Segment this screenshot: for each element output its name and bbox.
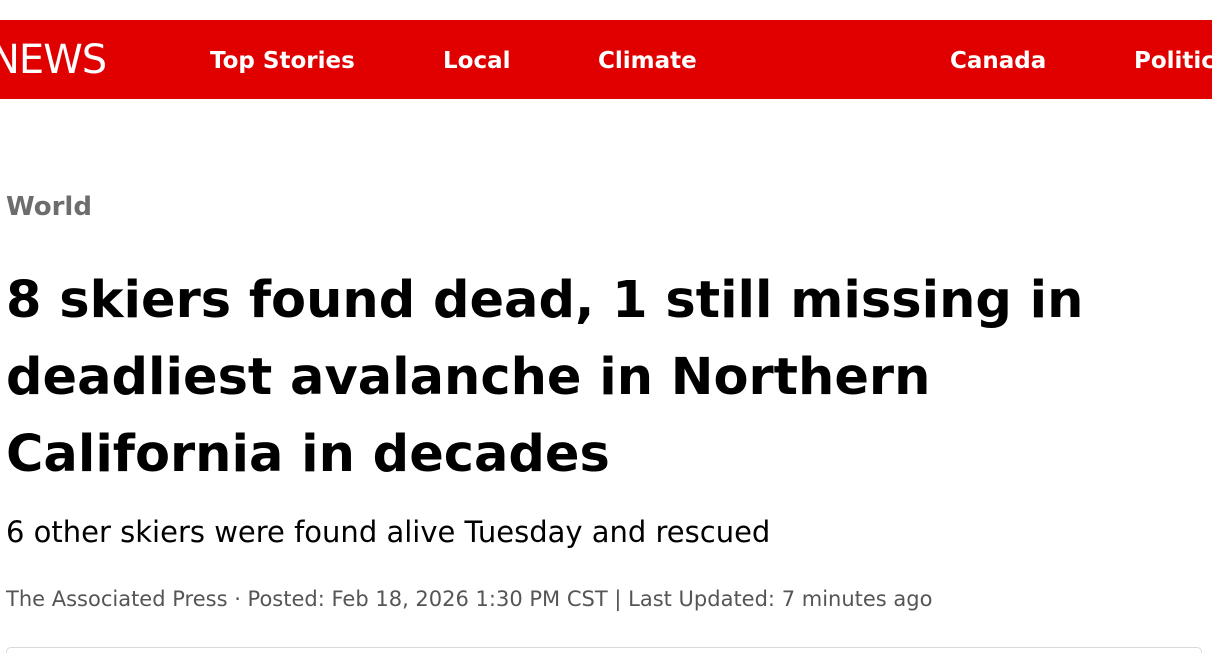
author-name[interactable]: The Associated Press — [6, 587, 228, 611]
nav-item-local[interactable]: Local — [443, 46, 511, 76]
news-logo[interactable]: NEWS — [0, 37, 107, 83]
article-headline: 8 skiers found dead, 1 still missing in … — [6, 271, 1084, 484]
updated-time: 7 minutes ago — [781, 587, 933, 611]
nav-item-climate[interactable]: Climate — [598, 46, 697, 76]
content-panel-edge — [6, 647, 1202, 653]
posted-label: Posted: — [247, 587, 325, 611]
nav-item-top-stories[interactable]: Top Stories — [210, 46, 355, 76]
nav-item-canada[interactable]: Canada — [950, 46, 1046, 76]
article-deck: 6 other skiers were found alive Tuesday … — [6, 515, 771, 549]
nav-item-politics[interactable]: Politic — [1134, 46, 1212, 76]
article-page: NEWS Top Stories Local Climate Canada Po… — [0, 0, 1212, 653]
article-byline: The Associated Press · Posted: Feb 18, 2… — [6, 583, 932, 615]
nav-item-obscured[interactable] — [785, 46, 863, 76]
updated-label: Last Updated: — [628, 587, 776, 611]
top-navigation-bar: NEWS Top Stories Local Climate Canada Po… — [0, 20, 1212, 99]
byline-separator: · — [227, 587, 248, 611]
posted-date: Feb 18, 2026 1:30 PM CST — [331, 587, 608, 611]
section-label-world[interactable]: World — [6, 188, 92, 226]
